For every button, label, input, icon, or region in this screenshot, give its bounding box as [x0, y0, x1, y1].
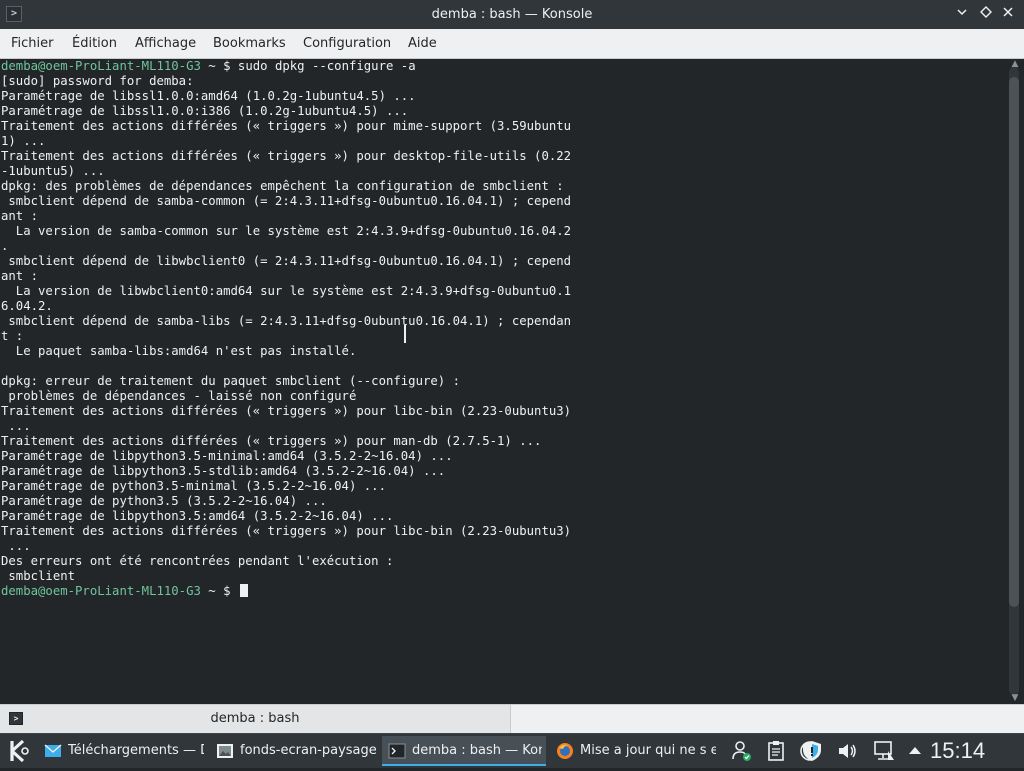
menu-affichage[interactable]: Affichage [135, 29, 196, 59]
menu-configuration[interactable]: Configuration [303, 29, 391, 59]
output-line: 6.04.2. [1, 299, 53, 313]
output-line: smbclient [1, 569, 76, 583]
menu-aide[interactable]: Aide [408, 29, 437, 59]
task-telechargements[interactable]: Téléchargements — D [38, 736, 208, 766]
keep-above-icon[interactable] [977, 5, 995, 23]
output-line: Paramétrage de libpython3.5:amd64 (3.5.2… [1, 509, 394, 523]
text-cursor [239, 584, 248, 597]
output-line: Paramétrage de python3.5 (3.5.2-2~16.04)… [1, 494, 327, 508]
output-line: . [1, 239, 9, 253]
prompt-suffix: ~ $ [200, 59, 238, 73]
task-firefox[interactable]: Mise a jour qui ne s e [550, 736, 720, 766]
terminal-scrollbar[interactable]: ▲ ▼ [1006, 59, 1024, 704]
close-icon[interactable] [999, 5, 1017, 23]
mouse-ibeam-cursor [403, 325, 407, 343]
output-line: ... [1, 419, 31, 433]
output-line: Des erreurs ont été rencontrées pendant … [1, 554, 394, 568]
current-prompt-line: demba@oem-ProLiant-ML110-G3 ~ $ [1, 584, 1006, 599]
output-line: La version de samba-common sur le systèm… [1, 224, 572, 238]
prompt-suffix: ~ $ [200, 584, 238, 598]
output-line: Paramétrage de libpython3.5-stdlib:amd64… [1, 464, 446, 478]
window-title: demba : bash — Konsole [431, 7, 593, 22]
tray-expand-icon[interactable] [906, 739, 924, 763]
clock[interactable]: 15:14 [930, 734, 985, 769]
output-line: dpkg: des problèmes de dépendances empêc… [1, 179, 564, 193]
output-line: ... [1, 539, 31, 553]
output-line: La version de libwbclient0:amd64 sur le … [1, 284, 572, 298]
output-line: [sudo] password for demba: [1, 74, 194, 88]
output-line: Traitement des actions différées (« trig… [1, 434, 542, 448]
output-line: Paramétrage de python3.5-minimal (3.5.2-… [1, 479, 386, 493]
network-icon[interactable] [872, 739, 896, 763]
volume-icon[interactable] [836, 739, 860, 763]
tab-label: demba : bash [210, 711, 300, 726]
task-label: demba : bash — Kon [412, 743, 542, 758]
kde-logo-icon[interactable] [4, 737, 34, 765]
output-lines: [sudo] password for demba: Paramétrage de… [1, 74, 1006, 584]
menu-fichier[interactable]: Fichier [11, 29, 54, 59]
output-line: Paramétrage de libssl1.0.0:amd64 (1.0.2g… [1, 89, 416, 103]
terminal-icon [388, 742, 406, 760]
update-shield-icon[interactable] [800, 739, 824, 763]
task-label: Téléchargements — D [68, 743, 204, 758]
user-status-icon[interactable] [730, 739, 754, 763]
task-fonds-ecran[interactable]: fonds-ecran-paysage [210, 736, 380, 766]
menu-edition[interactable]: Édition [72, 29, 117, 59]
mail-icon [44, 742, 62, 760]
clipboard-icon[interactable] [764, 739, 788, 763]
task-label: fonds-ecran-paysage [240, 743, 376, 758]
menubar: Fichier Édition Affichage Bookmarks Conf… [0, 29, 1024, 59]
konsole-tabbar: > demba : bash [0, 704, 1024, 733]
output-line: Le paquet samba-libs:amd64 n'est pas ins… [1, 344, 357, 358]
prompt-user-host: demba@oem-ProLiant-ML110-G3 [1, 584, 201, 598]
output-line: Traitement des actions différées (« trig… [1, 524, 572, 538]
scrollbar-thumb[interactable] [1009, 77, 1019, 607]
terminal-output: demba@oem-ProLiant-ML110-G3 ~ $ sudo dpk… [0, 59, 1006, 599]
taskbar-panel: Téléchargements — D fonds-ecran-paysage … [0, 733, 1024, 768]
output-line: 1) ... [1, 134, 46, 148]
command-line: demba@oem-ProLiant-ML110-G3 ~ $ sudo dpk… [1, 59, 1006, 74]
output-line: smbclient dépend de libwbclient0 (= 2:4.… [1, 254, 572, 268]
output-line: t : [1, 329, 24, 343]
output-line: problèmes de dépendances - laissé non co… [1, 389, 357, 403]
scroll-down-arrow-icon[interactable]: ▼ [1008, 693, 1022, 703]
prompt-user-host: demba@oem-ProLiant-ML110-G3 [1, 59, 201, 73]
task-label: Mise a jour qui ne s e [580, 743, 716, 758]
window-titlebar[interactable]: > demba : bash — Konsole [0, 0, 1024, 29]
output-line: Traitement des actions différées (« trig… [1, 119, 572, 133]
output-line: smbclient dépend de samba-common (= 2:4.… [1, 194, 572, 208]
task-konsole[interactable]: demba : bash — Kon [382, 736, 546, 766]
output-line: ant : [1, 209, 39, 223]
output-line: ant : [1, 269, 39, 283]
menu-bookmarks[interactable]: Bookmarks [213, 29, 286, 59]
image-viewer-icon [216, 742, 234, 760]
output-line: Traitement des actions différées (« trig… [1, 404, 572, 418]
chevron-down-icon[interactable] [953, 5, 971, 23]
output-line: Paramétrage de libssl1.0.0:i386 (1.0.2g-… [1, 104, 409, 118]
output-line: smbclient dépend de samba-libs (= 2:4.3.… [1, 314, 572, 328]
output-line: Traitement des actions différées (« trig… [1, 149, 572, 163]
output-line: -1ubuntu5) ... [1, 164, 105, 178]
output-line: dpkg: erreur de traitement du paquet smb… [1, 374, 461, 388]
command-text: sudo dpkg --configure -a [237, 59, 416, 73]
firefox-icon [556, 742, 574, 760]
terminal-view[interactable]: demba@oem-ProLiant-ML110-G3 ~ $ sudo dpk… [0, 59, 1006, 704]
tab-demba-bash[interactable]: > demba : bash [0, 705, 511, 733]
output-line: Paramétrage de libpython3.5-minimal:amd6… [1, 449, 453, 463]
